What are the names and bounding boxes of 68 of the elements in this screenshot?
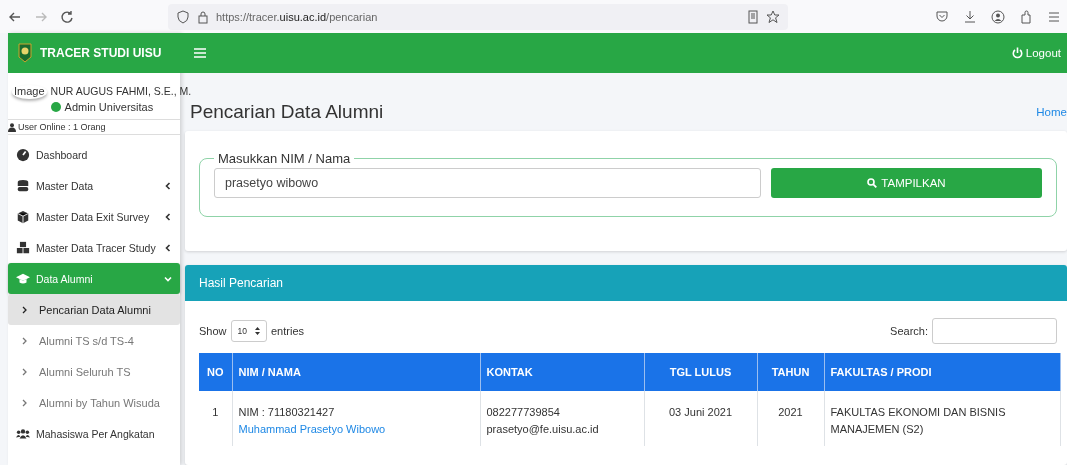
nim-name-input[interactable]: prasetyo wibowo: [214, 168, 761, 198]
avatar-alt-text: Image: [14, 85, 45, 97]
entries-label: entries: [271, 325, 305, 337]
alumni-name-link[interactable]: Muhammad Prasetyo Wibowo: [238, 421, 474, 438]
submenu-item[interactable]: Pencarian Data Alumni: [8, 294, 180, 325]
pocket-icon[interactable]: [935, 9, 949, 24]
submenu-item[interactable]: Alumni TS s/d TS-4: [8, 325, 180, 356]
account-icon[interactable]: [991, 9, 1005, 24]
url-text: https://tracer.uisu.ac.id/pencarian: [216, 10, 378, 23]
sidebar-item[interactable]: Master Data Exit Survey: [8, 201, 180, 232]
download-icon[interactable]: [963, 9, 977, 24]
hamburger-menu-icon[interactable]: [194, 48, 206, 58]
users-online-text: User Online : 1 Orang: [18, 122, 106, 132]
lock-icon: [196, 9, 210, 24]
sidebar-item[interactable]: Master Data Tracer Study: [8, 232, 180, 263]
sidebar-item[interactable]: Mahasiswa Per Angkatan: [8, 418, 180, 449]
user-name: NUR AUGUS FAHMI, S.E., M.: [50, 85, 192, 97]
column-header: TGL LULUS: [644, 353, 757, 391]
table-search-field[interactable]: [932, 318, 1057, 344]
email-text: prasetyo@fe.uisu.ac.id: [486, 422, 600, 437]
show-label: Show: [199, 325, 227, 337]
chevron-right-icon: [22, 398, 27, 407]
reload-icon[interactable]: [60, 9, 74, 24]
chevron-right-icon: [22, 305, 27, 314]
search-icon: [867, 178, 878, 188]
submenu-item[interactable]: Alumni by Tahun Wisuda: [8, 387, 180, 418]
search-label: Search:: [890, 325, 928, 337]
faculty-text: FAKULTAS EKONOMI DAN BISNIS: [830, 405, 1007, 420]
table-cell: 03 Juni 2021: [669, 406, 732, 418]
column-header: NO: [199, 353, 232, 391]
phone-text: 082277739854: [486, 405, 561, 420]
gauge-icon: [16, 147, 30, 162]
home-breadcrumb-link[interactable]: Home: [1036, 106, 1067, 118]
cube-icon: [16, 209, 30, 224]
table-cell: 2021: [778, 406, 803, 418]
column-header: KONTAK: [480, 353, 644, 391]
power-icon: [1011, 47, 1023, 59]
users-icon: [16, 426, 30, 441]
cubes-icon: [16, 240, 30, 255]
user-icon: [8, 122, 16, 132]
shield-icon: [176, 9, 190, 24]
address-bar[interactable]: https://tracer.uisu.ac.id/pencarian: [168, 3, 788, 30]
program-text: MANAJEMEN (S2): [830, 422, 925, 437]
reader-view-icon[interactable]: [746, 9, 760, 24]
graduation-cap-icon: [16, 271, 30, 286]
entries-select[interactable]: 10: [230, 320, 267, 342]
chevron-right-icon: [22, 336, 27, 345]
sidebar-item[interactable]: Dashboard: [8, 139, 180, 170]
submenu-item[interactable]: Alumni Seluruh TS: [8, 356, 180, 387]
menu-icon[interactable]: [1047, 9, 1061, 24]
results-header: Hasil Pencarian: [185, 265, 1067, 301]
column-header: FAKULTAS / PRODI: [824, 353, 1060, 391]
sort-arrows-icon: [255, 327, 260, 335]
database-icon: [16, 178, 30, 193]
shield-logo-icon: [18, 43, 32, 63]
nim-text: NIM : 71180321427: [238, 405, 336, 420]
column-header: TAHUN: [757, 353, 824, 391]
status-dot-icon: [50, 102, 61, 112]
column-header: NIM / NAMA: [232, 353, 480, 391]
extensions-icon[interactable]: [1019, 9, 1033, 24]
brand-title: TRACER STUDI UISU: [40, 46, 162, 60]
page-title: Pencarian Data Alumni: [190, 101, 384, 123]
table-cell: 1: [212, 406, 219, 418]
bookmark-star-icon[interactable]: [766, 9, 780, 24]
sidebar-item[interactable]: Master Data: [8, 170, 180, 201]
fieldset-legend: Masukkan NIM / Nama: [214, 151, 355, 166]
user-role: Admin Universitas: [64, 101, 154, 113]
chevron-right-icon: [22, 367, 27, 376]
